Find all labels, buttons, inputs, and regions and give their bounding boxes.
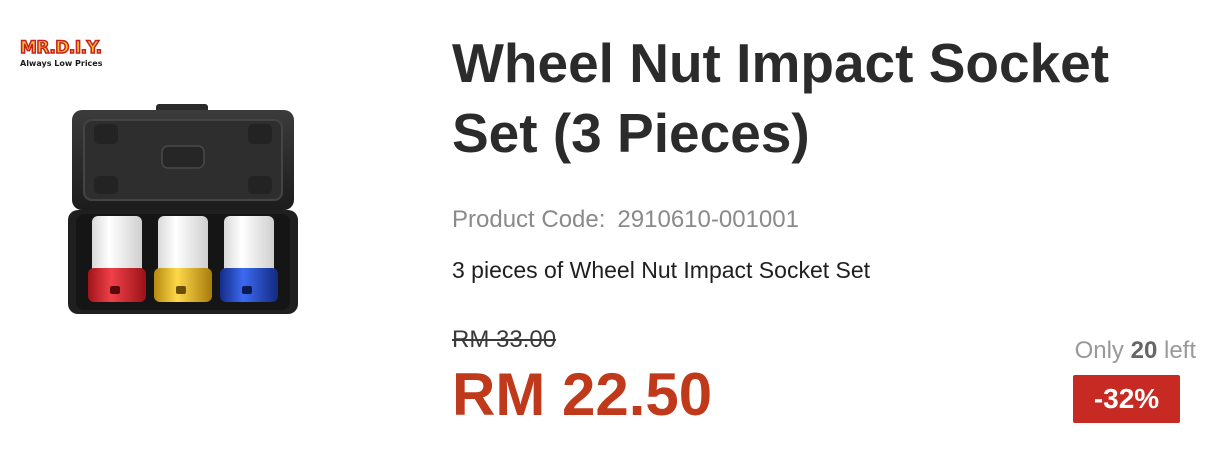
stock-indicator: Only 20 left [1075, 337, 1196, 365]
stock-prefix: Only [1074, 337, 1124, 364]
product-code-value: 2910610-001001 [617, 206, 799, 233]
original-price: RM 33.00 [452, 326, 557, 353]
product-code: Product Code: 2910610-001001 [452, 206, 799, 234]
discount-badge: -32% [1073, 375, 1180, 423]
current-price: RM 22.50 [452, 361, 713, 428]
socket-set-case-image [68, 104, 298, 314]
product-description: 3 pieces of Wheel Nut Impact Socket Set [452, 257, 871, 283]
product-code-label: Product Code: [452, 206, 606, 233]
stock-count: 20 [1130, 337, 1158, 364]
product-image[interactable] [64, 104, 302, 320]
brand-logo-mark: MR.D.I.Y. [19, 38, 103, 58]
product-title: Wheel Nut Impact Socket Set (3 Pieces) [452, 32, 1110, 164]
stock-suffix: left [1163, 337, 1196, 364]
brand-logo[interactable]: MR.D.I.Y. Always Low Prices [19, 38, 124, 76]
brand-tagline: Always Low Prices [20, 59, 103, 68]
